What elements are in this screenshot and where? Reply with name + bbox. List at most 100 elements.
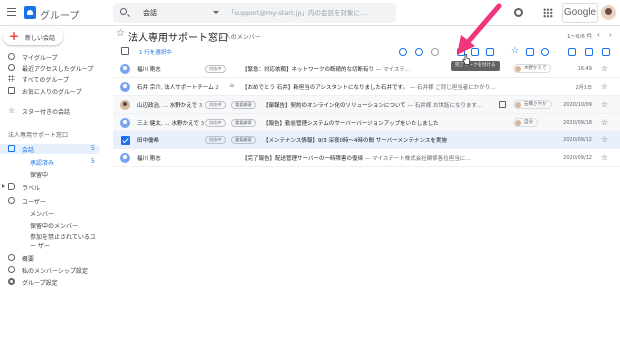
- person-icon: [8, 53, 15, 60]
- apps-grid-icon[interactable]: [543, 8, 553, 18]
- archive-icon[interactable]: [602, 48, 610, 56]
- avatar: [515, 66, 521, 72]
- sidebar-item-members[interactable]: メンバー: [0, 208, 100, 218]
- sidebar-item-labels[interactable]: ラベル: [0, 182, 100, 192]
- settings-gear-icon[interactable]: [514, 8, 523, 17]
- sidebar-item-label: メンバー: [30, 211, 55, 218]
- avatar[interactable]: [120, 100, 130, 110]
- unassign-icon[interactable]: [431, 48, 439, 56]
- star-icon[interactable]: ☆: [601, 152, 608, 163]
- avatar: [515, 120, 521, 126]
- groups-logo-icon: [24, 6, 36, 19]
- clock-icon: [8, 64, 15, 71]
- label-chip[interactable]: 重要顧客: [231, 101, 256, 109]
- star-icon[interactable]: ☆: [601, 117, 608, 128]
- avatar: [515, 102, 521, 108]
- bulk-action-toolbar: 1 行を選択中 ☆: [113, 46, 620, 58]
- table-row[interactable]: 山辺政治, … 水野かえで 3 対応中 重要顧客 【御報告】契約のオンライン化のソリュ…: [113, 96, 620, 114]
- sidebar-item-label: ラベル: [22, 185, 41, 192]
- sidebar-item-label: 会話: [22, 147, 35, 154]
- assignee-chip[interactable]: 石橋さやか: [513, 100, 552, 109]
- assignee-chip[interactable]: 自分: [513, 118, 538, 127]
- label-chip[interactable]: 対応中: [205, 136, 226, 144]
- clock-icon[interactable]: [541, 48, 549, 56]
- sidebar-item-about[interactable]: 概要: [0, 253, 100, 263]
- star-icon[interactable]: ☆: [601, 81, 608, 92]
- star-icon[interactable]: ☆: [601, 134, 608, 145]
- avatar[interactable]: [120, 82, 130, 92]
- sender: 田中優希: [137, 138, 160, 144]
- sidebar-item-label: 最近アクセスしたグループ: [22, 66, 94, 73]
- sidebar-item-pending[interactable]: 保留中: [0, 169, 100, 179]
- delete-icon[interactable]: [585, 48, 593, 56]
- label-chip[interactable]: 対応中: [205, 65, 226, 73]
- move-to-icon[interactable]: [568, 48, 576, 56]
- sidebar-item-label: ユーザー: [22, 199, 46, 206]
- search-scope-select[interactable]: 会話: [143, 8, 157, 18]
- sidebar-item-starred[interactable]: ☆ スター付きの会話: [0, 106, 100, 117]
- sidebar-item-users[interactable]: ユーザー: [0, 196, 100, 206]
- gear-icon: [8, 278, 15, 285]
- star-icon: ☆: [8, 106, 16, 115]
- chevron-right-icon[interactable]: ›: [609, 31, 612, 39]
- avatar[interactable]: [120, 64, 130, 74]
- avatar[interactable]: [120, 118, 130, 128]
- plus-icon: +: [9, 29, 20, 43]
- sidebar-item-group-settings[interactable]: グループ設定: [0, 277, 100, 287]
- app-title: グループ: [40, 11, 80, 22]
- sidebar-item-banned-users[interactable]: 参加を禁止されているユー ザー: [0, 232, 100, 250]
- sidebar-item-pending-members[interactable]: 保留中のメンバー: [0, 220, 100, 230]
- chevron-left-icon[interactable]: ‹: [597, 31, 600, 39]
- member-count[interactable]: 9 人のメンバー: [219, 32, 261, 41]
- timestamp: 16:49: [577, 66, 592, 72]
- tooltip: 完了マークを付ける: [451, 61, 500, 71]
- table-row[interactable]: 福川 剛志 対応中 【緊急：対応依頼】ネットワークの断続的な切断有り — マイステ……: [113, 60, 620, 78]
- sidebar-item-my-groups[interactable]: マイグループ: [0, 52, 100, 62]
- table-row[interactable]: 福川 剛志 【完了報告】配送管理サーバーの一時障害の復帰 — マイステート株式会社…: [113, 149, 620, 167]
- select-all-checkbox[interactable]: [121, 47, 129, 55]
- chevron-right-icon[interactable]: [2, 184, 5, 188]
- sidebar-item-membership-settings[interactable]: 私のメンバーシップ設定: [0, 265, 100, 275]
- mail-icon[interactable]: [526, 48, 534, 56]
- star-icon[interactable]: ☆: [511, 46, 519, 56]
- inbox-icon: [8, 145, 15, 152]
- table-row[interactable]: 田中優希 対応中 重要顧客 【メンテナンス情報】9/3 深夜0時〜4時の間 サーバーメ…: [113, 131, 620, 149]
- subject: 【御報告】契約のオンライン化のソリューションについて — 石井様 お世話になりま…: [263, 103, 483, 109]
- menu-icon[interactable]: [7, 8, 16, 16]
- label-chip[interactable]: 対応中: [205, 101, 226, 109]
- sender: 石井 宗介, 法人サポートチーム 2: [137, 85, 219, 91]
- timestamp: 2020/09/12: [563, 155, 592, 161]
- search-icon[interactable]: [120, 8, 127, 15]
- attachment-icon: ⌂: [230, 82, 234, 89]
- sidebar-item-conversations[interactable]: 会話 5: [0, 144, 100, 154]
- favorite-star-icon[interactable]: ☆: [116, 28, 125, 39]
- assign-to-me-icon[interactable]: [399, 48, 407, 56]
- avatar[interactable]: [120, 153, 130, 163]
- assign-icon[interactable]: [415, 48, 423, 56]
- row-checkbox[interactable]: [121, 136, 130, 145]
- sidebar-item-label: すべてのグループ: [22, 77, 69, 84]
- sidebar-item-label: グループ設定: [22, 280, 58, 287]
- label-chip[interactable]: 重要顧客: [231, 119, 256, 127]
- star-icon[interactable]: ☆: [601, 63, 608, 74]
- search-input[interactable]: [228, 6, 388, 20]
- table-row[interactable]: 石井 宗介, 法人サポートチーム 2 ⌂ 【おめでとう 石井】新担当のアシスタントに…: [113, 78, 620, 96]
- sidebar-item-label: 保留中: [30, 172, 49, 179]
- chevron-down-icon[interactable]: [213, 11, 219, 14]
- sidebar-item-all-groups[interactable]: すべてのグループ: [0, 74, 100, 84]
- sidebar-item-recent-groups[interactable]: 最近アクセスしたグループ: [0, 63, 100, 73]
- sidebar-item-approved[interactable]: 承認済み 5: [0, 157, 100, 167]
- star-icon[interactable]: ☆: [601, 99, 608, 110]
- assignee-chip[interactable]: 木野かえで: [513, 64, 552, 73]
- sidebar-item-favorite-groups[interactable]: お気に入りのグループ: [0, 86, 100, 96]
- person-settings-icon: [8, 266, 15, 273]
- new-conversation-button[interactable]: + 新しい会話: [3, 28, 63, 45]
- label-chip[interactable]: 対応中: [205, 119, 226, 127]
- sidebar-item-label: 概要: [22, 256, 35, 263]
- sidebar-item-label: スター付きの会話: [22, 109, 71, 116]
- label-chip[interactable]: 重要顧客: [231, 136, 256, 144]
- table-row[interactable]: 三上 健太, … 水野かえで 3 対応中 重要顧客 【報告】勤怠管理システムのサーバー…: [113, 114, 620, 132]
- google-account-logo[interactable]: Google: [562, 3, 598, 23]
- new-conversation-label: 新しい会話: [25, 35, 56, 42]
- avatar[interactable]: [601, 5, 616, 20]
